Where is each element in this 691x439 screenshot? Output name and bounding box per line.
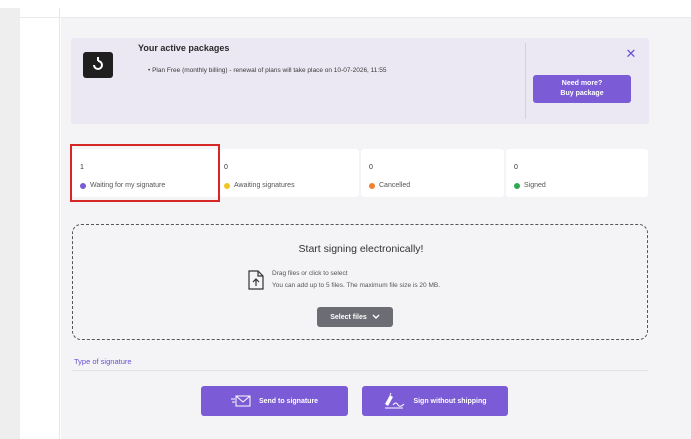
status-dot-icon xyxy=(369,182,375,189)
status-card-cancelled[interactable]: 0 Cancelled xyxy=(361,149,504,197)
status-card-signed[interactable]: 0 Signed xyxy=(506,149,648,197)
pen-sign-icon xyxy=(385,393,405,409)
banner-divider xyxy=(525,43,526,119)
file-upload-icon xyxy=(248,270,264,290)
send-to-signature-label: Send to signature xyxy=(258,397,319,405)
buy-package-button[interactable]: Need more? Buy package xyxy=(533,75,631,103)
dropzone-instruction: Drag files or click to select xyxy=(272,270,348,277)
status-label-row: Signed xyxy=(514,182,546,189)
chevron-down-icon xyxy=(372,314,380,319)
close-icon[interactable]: ✕ xyxy=(625,47,637,60)
send-to-signature-button[interactable]: Send to signature xyxy=(201,386,348,416)
status-dot-icon xyxy=(224,182,230,189)
dropzone-title: Start signing electronically! xyxy=(298,243,424,255)
status-label-row: Awaiting signatures xyxy=(224,182,295,189)
sign-without-shipping-label: Sign without shipping xyxy=(413,397,487,405)
plan-info: • Plan Free (monthly billing) - renewal … xyxy=(148,67,387,74)
dropzone-limits: You can add up to 5 files. The maximum f… xyxy=(272,282,441,289)
top-bar xyxy=(0,0,691,8)
type-divider xyxy=(72,370,648,371)
buy-button-line1: Need more? xyxy=(561,80,603,87)
file-drop-zone[interactable]: Start signing electronically! Drag files… xyxy=(72,224,648,340)
status-count: 0 xyxy=(224,164,228,171)
highlight-box xyxy=(70,144,220,202)
app-logo-icon xyxy=(83,52,113,78)
status-label-row: Cancelled xyxy=(369,182,410,189)
status-card-awaiting-signatures[interactable]: 0 Awaiting signatures xyxy=(220,149,359,197)
status-count: 0 xyxy=(369,164,373,171)
status-count: 0 xyxy=(514,164,518,171)
type-of-signature-label: Type of signature xyxy=(74,357,132,366)
select-files-label: Select files xyxy=(330,313,367,321)
envelope-icon xyxy=(230,395,251,407)
buy-button-line2: Buy package xyxy=(560,90,604,97)
status-label: Cancelled xyxy=(379,182,411,189)
banner-title: Your active packages xyxy=(138,43,230,53)
sign-without-shipping-button[interactable]: Sign without shipping xyxy=(362,386,508,416)
left-sidebar xyxy=(20,8,60,439)
select-files-button[interactable]: Select files xyxy=(317,307,393,327)
status-dot-icon xyxy=(514,182,520,189)
left-gutter xyxy=(0,8,20,439)
status-label: Awaiting signatures xyxy=(234,182,295,189)
status-label: Signed xyxy=(524,182,546,189)
